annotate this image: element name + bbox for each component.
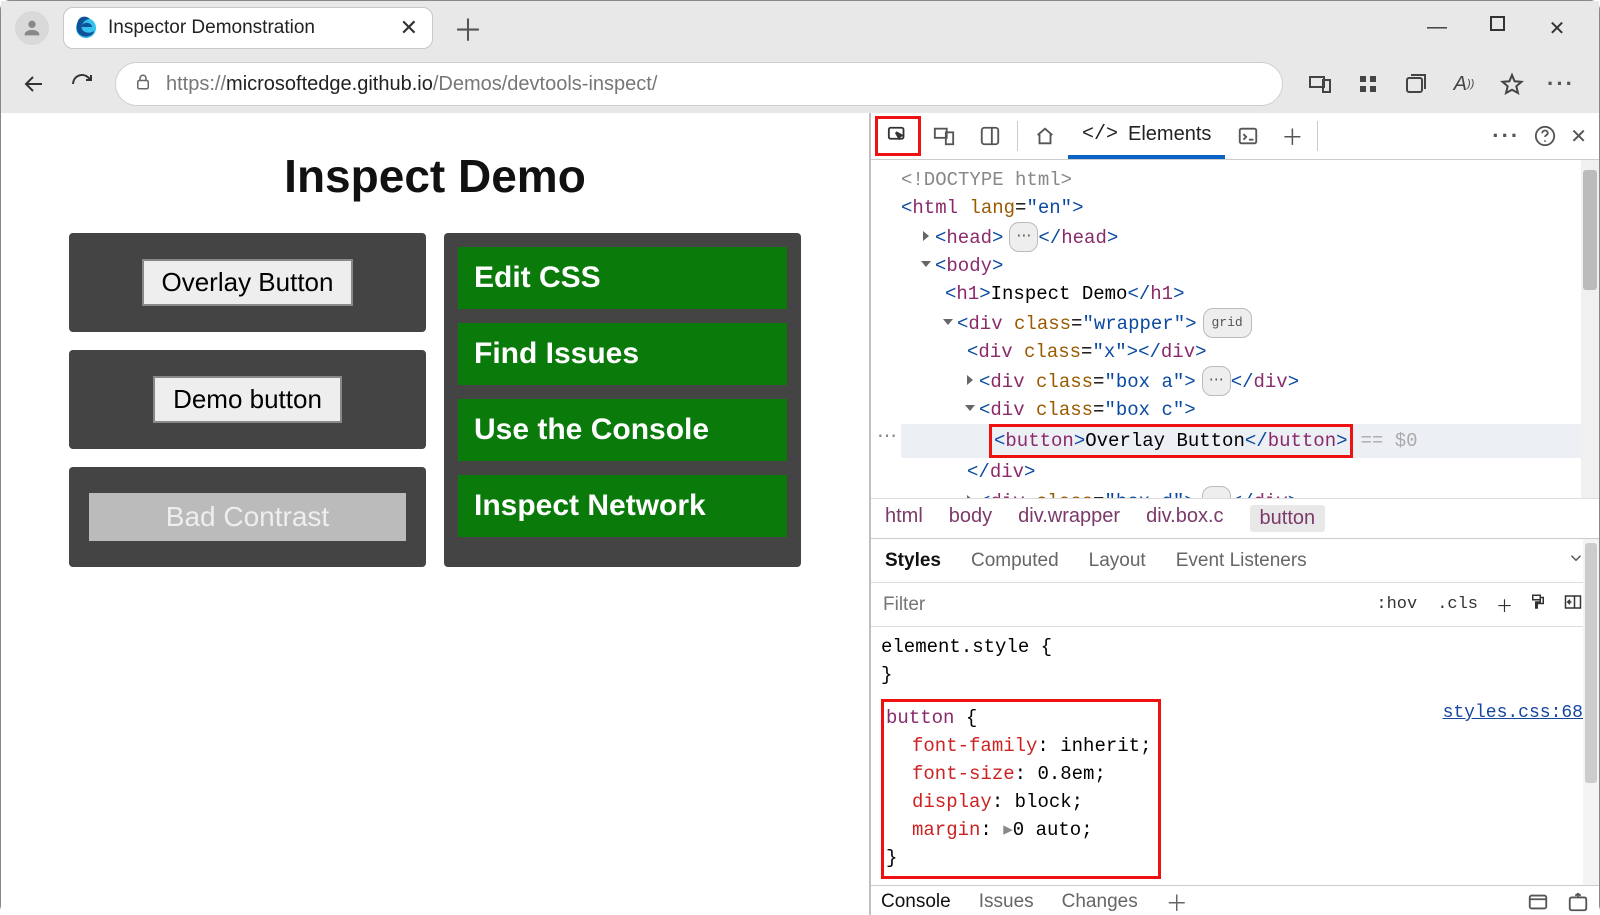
content-area: Inspect Demo Overlay Button Demo button …	[1, 113, 1599, 915]
devtools-tabstrip: </> Elements ＋ ··· ✕	[871, 113, 1599, 160]
styles-scrollbar[interactable]	[1583, 539, 1599, 885]
edge-icon	[74, 16, 98, 40]
page-title: Inspect Demo	[13, 149, 857, 203]
drawer-expand-icon[interactable]	[1567, 891, 1589, 913]
crumb-body[interactable]: body	[949, 505, 992, 532]
new-style-rule-button[interactable]: ＋	[1488, 592, 1521, 618]
dom-tree[interactable]: <!DOCTYPE html> <html lang="en"> <head>⋯…	[871, 160, 1599, 498]
site-lock-icon[interactable]	[134, 72, 152, 97]
browser-chrome: Inspector Demonstration ✕ ＋ ― ✕ https://…	[1, 1, 1599, 113]
box-bad-contrast: Bad Contrast	[69, 467, 426, 567]
crumb-html[interactable]: html	[885, 505, 923, 532]
drawer-add-tab[interactable]: ＋	[1166, 886, 1188, 915]
css-rules[interactable]: element.style { } styles.css:68 button {…	[871, 627, 1599, 885]
tab-styles[interactable]: Styles	[885, 550, 941, 572]
favorite-icon[interactable]	[1499, 71, 1525, 97]
styles-filter-input[interactable]	[871, 594, 1366, 616]
bad-contrast-button[interactable]: Bad Contrast	[89, 493, 406, 541]
element-style-rule: element.style { }	[881, 633, 1589, 689]
tab-event-listeners[interactable]: Event Listeners	[1176, 550, 1307, 572]
device-emulation-button[interactable]	[921, 116, 967, 156]
refresh-button[interactable]	[67, 69, 97, 99]
close-window-button[interactable]: ✕	[1547, 16, 1567, 41]
browser-menu-button[interactable]: ···	[1547, 71, 1575, 97]
crumb-button[interactable]: button	[1250, 505, 1326, 532]
address-bar-row: https://microsoftedge.github.io/Demos/de…	[1, 55, 1599, 113]
link-inspect-network[interactable]: Inspect Network	[458, 475, 787, 537]
collections-icon[interactable]	[1403, 71, 1429, 97]
box-demo: Demo button	[69, 350, 426, 449]
devtools-panel: </> Elements ＋ ··· ✕ <!DOCTYPE html> <ht…	[871, 113, 1599, 915]
styles-panel: Styles Computed Layout Event Listeners :…	[871, 538, 1599, 885]
inspect-element-button[interactable]	[875, 116, 921, 156]
minimize-button[interactable]: ―	[1427, 16, 1447, 41]
crumb-boxc[interactable]: div.box.c	[1146, 505, 1223, 532]
drawer-changes-tab[interactable]: Changes	[1062, 891, 1138, 913]
read-aloud-icon[interactable]: A))	[1451, 71, 1477, 97]
link-find-issues[interactable]: Find Issues	[458, 323, 787, 385]
link-edit-css[interactable]: Edit CSS	[458, 247, 787, 309]
link-use-console[interactable]: Use the Console	[458, 399, 787, 461]
url-text: https://microsoftedge.github.io/Demos/de…	[166, 73, 657, 96]
device-icon[interactable]	[1307, 71, 1333, 97]
drawer-issues-tab[interactable]: Issues	[979, 891, 1034, 913]
demo-button[interactable]: Demo button	[153, 376, 342, 423]
links-column: Edit CSS Find Issues Use the Console Ins…	[444, 233, 801, 567]
maximize-button[interactable]	[1487, 16, 1507, 41]
page-viewport: Inspect Demo Overlay Button Demo button …	[1, 113, 871, 915]
paint-icon[interactable]	[1521, 593, 1555, 617]
tab-close-icon[interactable]: ✕	[400, 15, 418, 41]
devtools-close-button[interactable]: ✕	[1570, 124, 1587, 149]
cls-button[interactable]: .cls	[1427, 595, 1488, 614]
drawer-issues-icon[interactable]	[1527, 891, 1549, 913]
add-panel-button[interactable]: ＋	[1271, 120, 1313, 152]
back-button[interactable]	[19, 69, 49, 99]
box-overlay: Overlay Button	[69, 233, 426, 332]
devtools-menu-button[interactable]: ···	[1492, 123, 1520, 149]
window-controls: ― ✕	[1427, 16, 1591, 41]
overlay-button[interactable]: Overlay Button	[142, 259, 354, 306]
hov-button[interactable]: :hov	[1366, 595, 1427, 614]
drawer-console-tab[interactable]: Console	[881, 891, 951, 913]
new-tab-button[interactable]: ＋	[447, 6, 489, 50]
tab-title: Inspector Demonstration	[108, 17, 390, 39]
tab-layout[interactable]: Layout	[1089, 550, 1146, 572]
rule-source-link[interactable]: styles.css:68	[1443, 699, 1583, 727]
profile-icon[interactable]	[15, 11, 49, 45]
styles-toolbar: :hov .cls ＋	[871, 583, 1599, 627]
address-field[interactable]: https://microsoftedge.github.io/Demos/de…	[115, 62, 1283, 106]
welcome-tab-button[interactable]	[1022, 116, 1068, 156]
devtools-drawer-tabs: Console Issues Changes ＋	[871, 885, 1599, 915]
button-rule: styles.css:68 button { font-family: inhe…	[881, 699, 1589, 879]
dom-breadcrumb[interactable]: html body div.wrapper div.box.c button	[871, 498, 1599, 538]
tab-computed[interactable]: Computed	[971, 550, 1059, 572]
dom-scrollbar[interactable]	[1581, 160, 1599, 498]
crumb-wrapper[interactable]: div.wrapper	[1018, 505, 1120, 532]
help-icon[interactable]	[1534, 125, 1556, 147]
browser-tab[interactable]: Inspector Demonstration ✕	[63, 7, 433, 49]
address-bar-tools: A)) ···	[1301, 71, 1581, 97]
apps-icon[interactable]	[1355, 71, 1381, 97]
selected-dom-node[interactable]: <button>Overlay Button</button>== $0	[901, 424, 1599, 458]
dock-toggle-button[interactable]	[967, 116, 1013, 156]
console-panel-button[interactable]	[1225, 116, 1271, 156]
tab-strip: Inspector Demonstration ✕ ＋ ― ✕	[1, 1, 1599, 55]
elements-tab[interactable]: </> Elements	[1068, 113, 1225, 159]
code-brackets-icon: </>	[1082, 123, 1118, 146]
styles-tabs: Styles Computed Layout Event Listeners	[871, 539, 1599, 583]
